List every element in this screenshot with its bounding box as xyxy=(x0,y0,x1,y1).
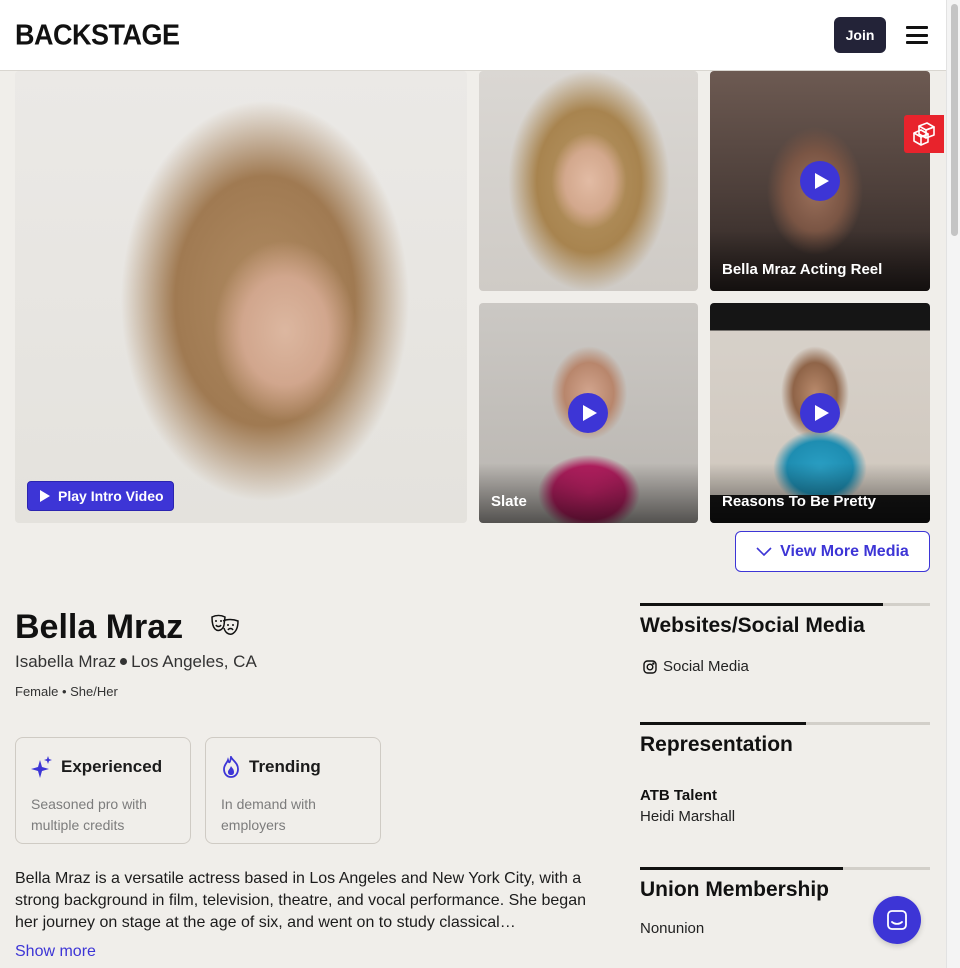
theater-masks-icon xyxy=(210,613,240,644)
acting-reel-video-tile[interactable]: Bella Mraz Acting Reel xyxy=(710,71,930,291)
view-more-label: View More Media xyxy=(780,542,909,560)
profile-subtitle: Isabella Mraz Los Angeles, CA xyxy=(15,652,257,672)
union-section-title: Union Membership xyxy=(640,878,830,901)
play-icon xyxy=(800,393,840,433)
reasons-to-be-pretty-video-tile[interactable]: Reasons To Be Pretty xyxy=(710,303,930,523)
websites-section-title: Websites/Social Media xyxy=(640,614,865,637)
section-divider xyxy=(640,867,930,870)
badge-description: Seasoned pro with multiple credits xyxy=(31,796,147,833)
slate-video-tile[interactable]: Slate xyxy=(479,303,698,523)
chat-support-button[interactable] xyxy=(873,896,921,944)
full-name: Isabella Mraz xyxy=(15,652,117,671)
gender: Female xyxy=(15,684,59,699)
headshot-photo-2[interactable] xyxy=(479,71,698,291)
section-divider xyxy=(640,722,930,725)
cube-widget-icon[interactable] xyxy=(904,115,944,153)
scrollbar-thumb[interactable] xyxy=(951,4,958,236)
header-actions: Join xyxy=(834,17,928,53)
video-title: Bella Mraz Acting Reel xyxy=(722,261,883,278)
backstage-logo[interactable]: BACKSTAGE xyxy=(15,19,180,52)
sparkle-icon xyxy=(31,756,52,778)
chevron-down-icon xyxy=(756,547,772,556)
pronouns: She/Her xyxy=(70,684,118,699)
page-scrollbar[interactable] xyxy=(946,0,960,968)
social-media-label: Social Media xyxy=(663,658,749,675)
trending-badge: Trending In demand with employers xyxy=(205,737,381,844)
show-more-link[interactable]: Show more xyxy=(15,943,96,961)
section-divider xyxy=(640,603,930,606)
main-headshot-photo[interactable] xyxy=(15,71,467,523)
site-header: BACKSTAGE Join xyxy=(0,0,946,71)
play-intro-video-button[interactable]: Play Intro Video xyxy=(27,481,174,511)
profile-bio: Bella Mraz is a versatile actress based … xyxy=(15,870,586,931)
experienced-badge: Experienced Seasoned pro with multiple c… xyxy=(15,737,191,844)
agency-name[interactable]: ATB Talent xyxy=(640,787,717,804)
play-icon xyxy=(568,393,608,433)
badge-description: In demand with employers xyxy=(221,796,316,833)
badge-title: Experienced xyxy=(61,757,163,776)
chat-icon xyxy=(887,910,907,930)
video-title: Slate xyxy=(491,493,527,510)
video-title: Reasons To Be Pretty xyxy=(722,493,876,510)
union-status: Nonunion xyxy=(640,920,705,937)
hamburger-menu-icon[interactable] xyxy=(906,26,928,44)
profile-meta: Female • She/Her xyxy=(15,684,118,699)
social-media-link[interactable]: Social Media xyxy=(643,658,749,675)
agent-name: Heidi Marshall xyxy=(640,808,736,825)
join-button[interactable]: Join xyxy=(834,17,886,53)
profile-name: Bella Mraz xyxy=(15,608,184,646)
play-icon xyxy=(800,161,840,201)
play-icon xyxy=(40,490,50,502)
view-more-media-button[interactable]: View More Media xyxy=(735,531,930,572)
representation-section-title: Representation xyxy=(640,733,793,756)
play-intro-video-label: Play Intro Video xyxy=(58,488,164,504)
badge-title: Trending xyxy=(249,757,321,776)
flame-icon xyxy=(223,756,239,778)
location: Los Angeles, CA xyxy=(131,652,257,671)
instagram-icon xyxy=(643,659,657,674)
